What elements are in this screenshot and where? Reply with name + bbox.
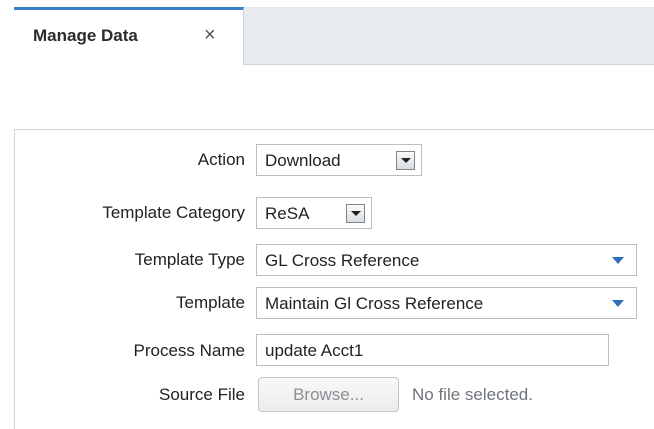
template-select[interactable]: Maintain Gl Cross Reference <box>256 287 637 319</box>
template-category-select[interactable]: ReSA <box>256 197 372 229</box>
template-category-label: Template Category <box>102 203 245 222</box>
close-icon[interactable]: × <box>204 24 216 46</box>
chevron-down-icon[interactable] <box>396 151 415 170</box>
template-category-value: ReSA <box>265 204 310 223</box>
chevron-down-icon[interactable] <box>346 204 365 223</box>
action-label: Action <box>197 150 245 169</box>
tab-bar: Manage Data × <box>14 7 654 65</box>
template-type-value: GL Cross Reference <box>265 251 420 270</box>
template-label: Template <box>176 293 245 312</box>
chevron-down-icon[interactable] <box>612 254 624 266</box>
template-type-label: Template Type <box>134 250 245 269</box>
action-select[interactable]: Download <box>256 144 422 176</box>
template-type-select[interactable]: GL Cross Reference <box>256 244 637 276</box>
file-status-text: No file selected. <box>412 385 533 404</box>
browse-button[interactable]: Browse... <box>258 377 399 412</box>
source-file-label: Source File <box>159 385 245 404</box>
tab-label: Manage Data <box>33 26 138 45</box>
action-value: Download <box>265 151 341 170</box>
chevron-down-icon[interactable] <box>612 297 624 309</box>
template-value: Maintain Gl Cross Reference <box>265 294 484 313</box>
process-name-value: update Acct1 <box>265 341 364 360</box>
tab-manage-data[interactable]: Manage Data × <box>14 7 244 65</box>
process-name-label: Process Name <box>133 341 245 360</box>
process-name-input[interactable]: update Acct1 <box>256 334 609 366</box>
